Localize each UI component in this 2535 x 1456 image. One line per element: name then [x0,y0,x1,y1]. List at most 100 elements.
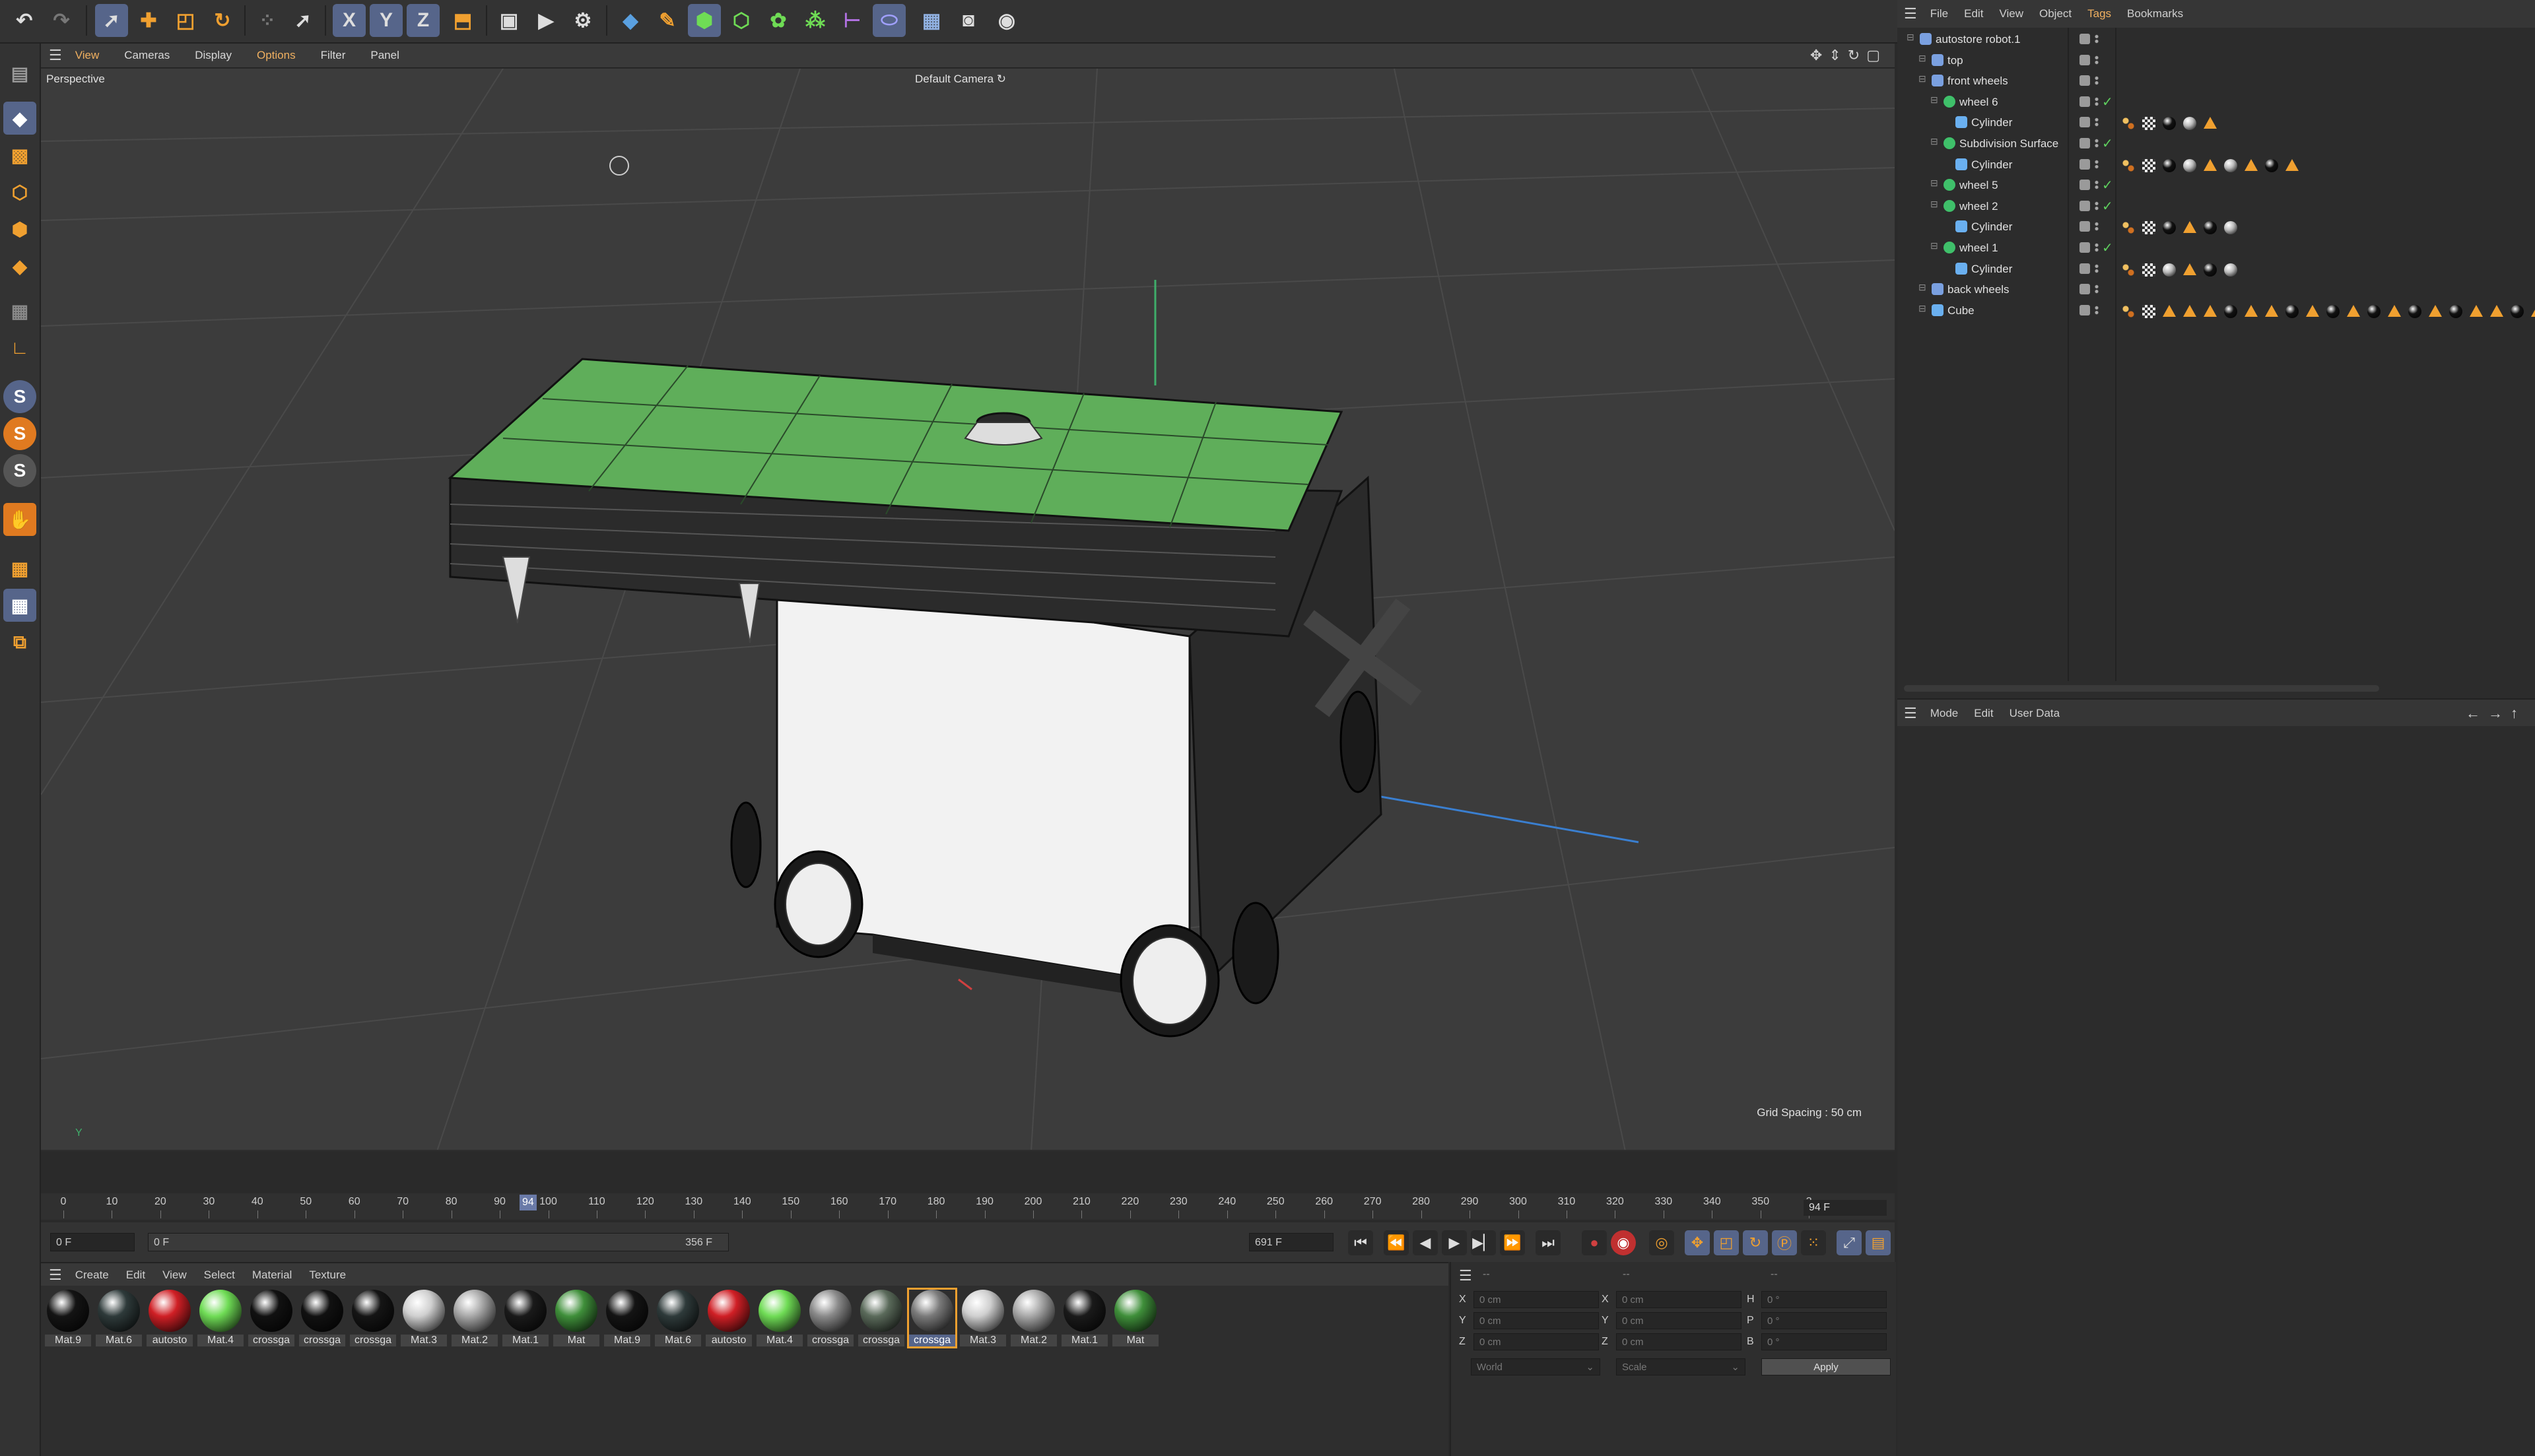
material-tag-icon[interactable] [2204,263,2217,277]
editor-render-dots-icon[interactable] [2094,137,2099,149]
coords-hamburger-icon[interactable]: ☰ [1459,1267,1472,1284]
next-key-icon[interactable]: ⏩ [1500,1230,1525,1255]
coord-mode-dropdown[interactable]: World ⌄ [1471,1358,1600,1375]
uvw-tag-icon[interactable] [2245,304,2258,317]
keyframe-selection-icon[interactable]: ◎ [1649,1230,1674,1255]
max-frame-field[interactable]: 691 F [1249,1233,1334,1251]
rotate-tool-icon[interactable]: ↻ [206,4,239,37]
material-swatch[interactable]: autosto [147,1290,193,1346]
material-tag-icon[interactable] [2163,221,2176,235]
material-tag-icon[interactable] [2367,304,2381,318]
expand-toggle-icon[interactable]: ⊟ [1930,136,1938,147]
material-swatch[interactable]: Mat.3 [401,1290,447,1346]
hamburger-menu-icon[interactable]: ☰ [49,47,62,64]
timeline-end-frame[interactable]: 94 F [1804,1200,1887,1216]
om-menu-view[interactable]: View [1999,7,2023,20]
material-tag-icon[interactable] [2224,304,2237,318]
attr-menu-user-data[interactable]: User Data [2010,707,2060,720]
editor-render-dots-icon[interactable] [2094,199,2099,212]
prev-key-icon[interactable]: ⏪ [1384,1230,1409,1255]
material-menu-texture[interactable]: Texture [309,1269,346,1282]
om-horizontal-scrollbar[interactable] [1904,685,2379,692]
size-mode-dropdown[interactable]: Scale ⌄ [1616,1358,1745,1375]
editor-render-dots-icon[interactable] [2094,179,2099,191]
om-menu-tags[interactable]: Tags [2087,7,2111,20]
autokey-icon[interactable]: ● [1582,1230,1607,1255]
viewport-nav-icons[interactable]: ✥⇕↻▢ [1810,47,1887,64]
layer-visibility-icon[interactable] [2079,96,2090,107]
enabled-check-icon[interactable]: ✓ [2102,135,2113,152]
polygons-mode-icon[interactable]: ◆ [3,249,36,282]
material-swatch[interactable]: crossga [807,1290,854,1346]
field-icon[interactable]: ⬭ [873,4,906,37]
material-swatch[interactable]: Mat.6 [96,1290,142,1346]
attr-hamburger-icon[interactable]: ☰ [1904,705,1917,722]
current-frame-field[interactable]: 0 F [50,1233,135,1251]
uvw-tag-icon[interactable] [2306,304,2319,317]
uvw-tag-icon[interactable] [2531,304,2535,317]
viewport-menu-panel[interactable]: Panel [370,49,399,62]
material-tag-icon[interactable] [2183,117,2196,131]
phong-tag-icon[interactable] [2122,221,2135,235]
material-swatch[interactable]: autosto [706,1290,752,1346]
material-swatch[interactable]: crossga [350,1290,396,1346]
coord-value-field[interactable]: 0 cm [1473,1291,1599,1308]
expand-toggle-icon[interactable]: ⊟ [1907,32,1914,43]
play-icon[interactable]: ▶ [1442,1230,1467,1255]
layer-visibility-icon[interactable] [2079,54,2090,65]
apply-button[interactable]: Apply [1761,1358,1891,1375]
scale-tool-icon[interactable]: ◰ [169,4,202,37]
extrude-generator-icon[interactable]: ⬡ [725,4,758,37]
material-tag-icon[interactable] [2449,304,2462,318]
expand-toggle-icon[interactable]: ⊟ [1930,178,1938,189]
editor-render-dots-icon[interactable] [2094,53,2099,66]
om-menu-object[interactable]: Object [2039,7,2072,20]
go-to-start-icon[interactable]: ⏮ [1348,1230,1373,1255]
solo-hierarchy-icon[interactable]: S [3,454,36,487]
snap-icon[interactable]: S [3,380,36,413]
texture-tag-icon[interactable] [2142,117,2155,131]
object-row[interactable]: Cylinder [1897,259,2535,279]
uvw-tag-icon[interactable] [2204,117,2217,129]
floor-icon[interactable]: ▦ [915,4,948,37]
prev-frame-icon[interactable]: ◀ [1413,1230,1438,1255]
material-swatch[interactable]: Mat.2 [452,1290,498,1346]
timeline-settings-icon[interactable]: ▤ [1866,1230,1891,1255]
workplane-icon[interactable]: ▦ [3,552,36,585]
make-editable-icon[interactable]: ▤ [3,57,36,90]
enabled-check-icon[interactable]: ✓ [2102,240,2113,256]
interpolation-icon[interactable]: ⤢ [1837,1230,1862,1255]
texture-tag-icon[interactable] [2142,158,2155,172]
editor-render-dots-icon[interactable] [2094,158,2099,170]
solo-icon[interactable]: S [3,417,36,450]
editor-render-dots-icon[interactable] [2094,95,2099,108]
viewport-camera-label[interactable]: Default Camera ↻ [915,73,1006,86]
material-menu-view[interactable]: View [162,1269,187,1282]
go-to-end-icon[interactable]: ⏭ [1536,1230,1561,1255]
material-tag-icon[interactable] [2511,304,2524,318]
material-tag-icon[interactable] [2224,263,2237,277]
uvw-tag-icon[interactable] [2204,304,2217,317]
record-rotation-icon[interactable]: ↻ [1743,1230,1768,1255]
attr-nav-arrows-icon[interactable]: ←→↑ [2466,705,2526,722]
uvw-tag-icon[interactable] [2429,304,2442,317]
material-swatch[interactable]: Mat.1 [502,1290,549,1346]
enabled-check-icon[interactable]: ✓ [2102,198,2113,215]
edges-mode-icon[interactable]: ⬢ [3,213,36,246]
phong-tag-icon[interactable] [2122,117,2135,131]
uvw-tag-icon[interactable] [2285,158,2299,171]
editor-render-dots-icon[interactable] [2094,242,2099,253]
preview-range-slider[interactable]: 0 F 356 F [148,1233,729,1251]
coord-value-field[interactable]: 0 ° [1761,1291,1887,1308]
material-swatch[interactable]: Mat.4 [197,1290,244,1346]
coordinate-system-icon[interactable]: ⬒ [446,4,479,37]
record-pla-icon[interactable]: ⁙ [1801,1230,1826,1255]
object-row[interactable]: ⊟ top [1897,50,2535,71]
enabled-check-icon[interactable]: ✓ [2102,177,2113,193]
timeline-ruler[interactable]: 0 10 20 30 40 50 60 70 80 90 100 110 120 130 140 150 160… [41,1193,1895,1220]
texture-mode-icon[interactable]: ▩ [3,139,36,172]
om-hamburger-icon[interactable]: ☰ [1904,5,1917,22]
material-tag-icon[interactable] [2265,158,2278,172]
object-row[interactable]: ⊟ front wheels [1897,71,2535,91]
material-swatch[interactable]: crossga [299,1290,345,1346]
